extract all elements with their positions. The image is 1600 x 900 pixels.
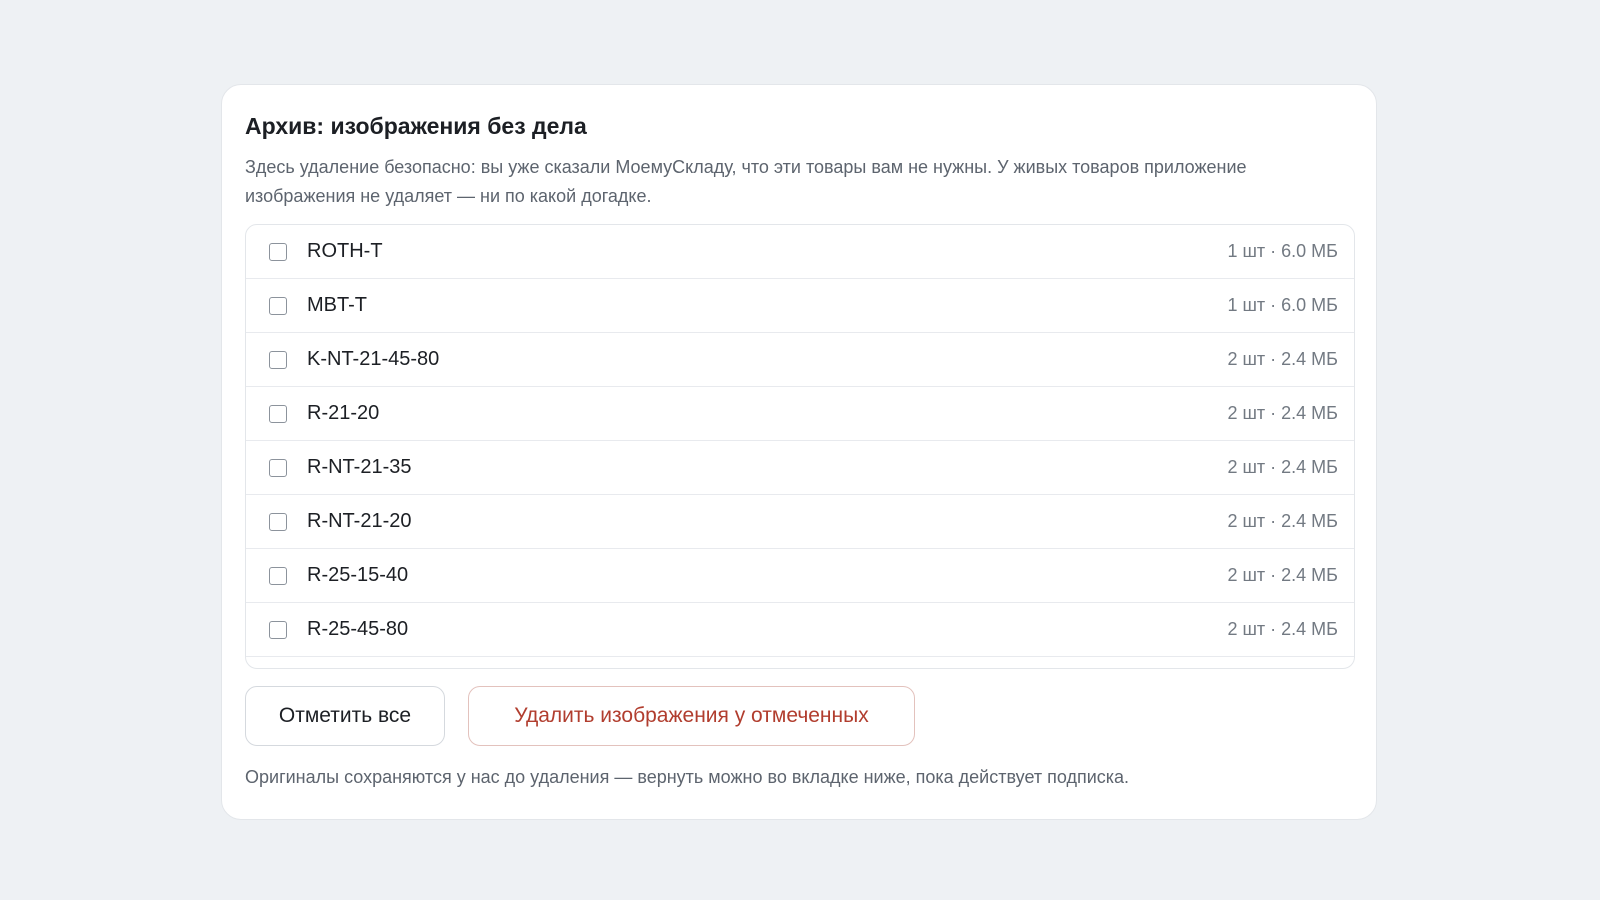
list-item[interactable]: K-NT-21-45-80 2 шт · 2.4 МБ [246, 333, 1354, 387]
checkbox-icon[interactable] [269, 404, 287, 423]
item-meta: 2 шт · 2.4 МБ [1227, 403, 1338, 423]
list-item[interactable]: R-25-15-40 2 шт · 2.4 МБ [246, 549, 1354, 603]
item-sku: R-25-45-80 [307, 618, 409, 640]
item-sku: ROTH-T [307, 240, 383, 262]
list-item[interactable]: R-NT-21-35 2 шт · 2.4 МБ [246, 441, 1354, 495]
item-sku: MBT-T [307, 294, 367, 316]
checkbox-icon[interactable] [269, 458, 287, 477]
item-sku: R-25-15-40 [307, 564, 409, 586]
item-meta: 1 шт · 6.0 МБ [1227, 241, 1338, 261]
item-meta: 1 шт · 6.0 МБ [1227, 295, 1338, 315]
checkbox-icon[interactable] [269, 512, 287, 531]
checkbox-icon[interactable] [269, 242, 287, 261]
archive-card: Архив: изображения без дела Здесь удален… [221, 84, 1377, 820]
list-item[interactable]: ROTH-T 1 шт · 6.0 МБ [246, 225, 1354, 279]
checkbox-icon[interactable] [269, 620, 287, 639]
item-sku: R-NT-21-35 [307, 456, 412, 478]
delete-images-button[interactable]: Удалить изображения у отмеченных [468, 686, 915, 746]
archive-item-list[interactable]: ROTH-T 1 шт · 6.0 МБ MBT-T 1 шт · 6.0 МБ… [245, 224, 1355, 669]
checkbox-icon[interactable] [269, 350, 287, 369]
action-bar: Отметить все Удалить изображения у отмеч… [245, 686, 1353, 746]
checkbox-icon[interactable] [269, 296, 287, 315]
item-meta: 2 шт · 2.4 МБ [1227, 349, 1338, 369]
item-meta: 2 шт · 2.4 МБ [1227, 457, 1338, 477]
archive-title: Архив: изображения без дела [245, 113, 587, 139]
list-item[interactable]: MBT-T 1 шт · 6.0 МБ [246, 279, 1354, 333]
select-all-button[interactable]: Отметить все [245, 686, 445, 746]
item-sku: R-21-20 [307, 402, 380, 424]
list-item[interactable]: R-25-45-80 2 шт · 2.4 МБ [246, 603, 1354, 657]
item-meta: 2 шт · 2.4 МБ [1227, 565, 1338, 585]
footnote: Оригиналы сохраняются у нас до удаления … [245, 767, 1130, 787]
archive-description: Здесь удаление безопасно: вы уже сказали… [245, 157, 1247, 206]
item-meta: 2 шт · 2.4 МБ [1227, 511, 1338, 531]
list-item[interactable]: R-NT-21-20 2 шт · 2.4 МБ [246, 495, 1354, 549]
list-item[interactable]: R-21-20 2 шт · 2.4 МБ [246, 387, 1354, 441]
checkbox-icon[interactable] [269, 566, 287, 585]
item-sku: K-NT-21-45-80 [307, 348, 440, 370]
item-meta: 2 шт · 2.4 МБ [1227, 619, 1338, 639]
item-sku: R-NT-21-20 [307, 510, 412, 532]
